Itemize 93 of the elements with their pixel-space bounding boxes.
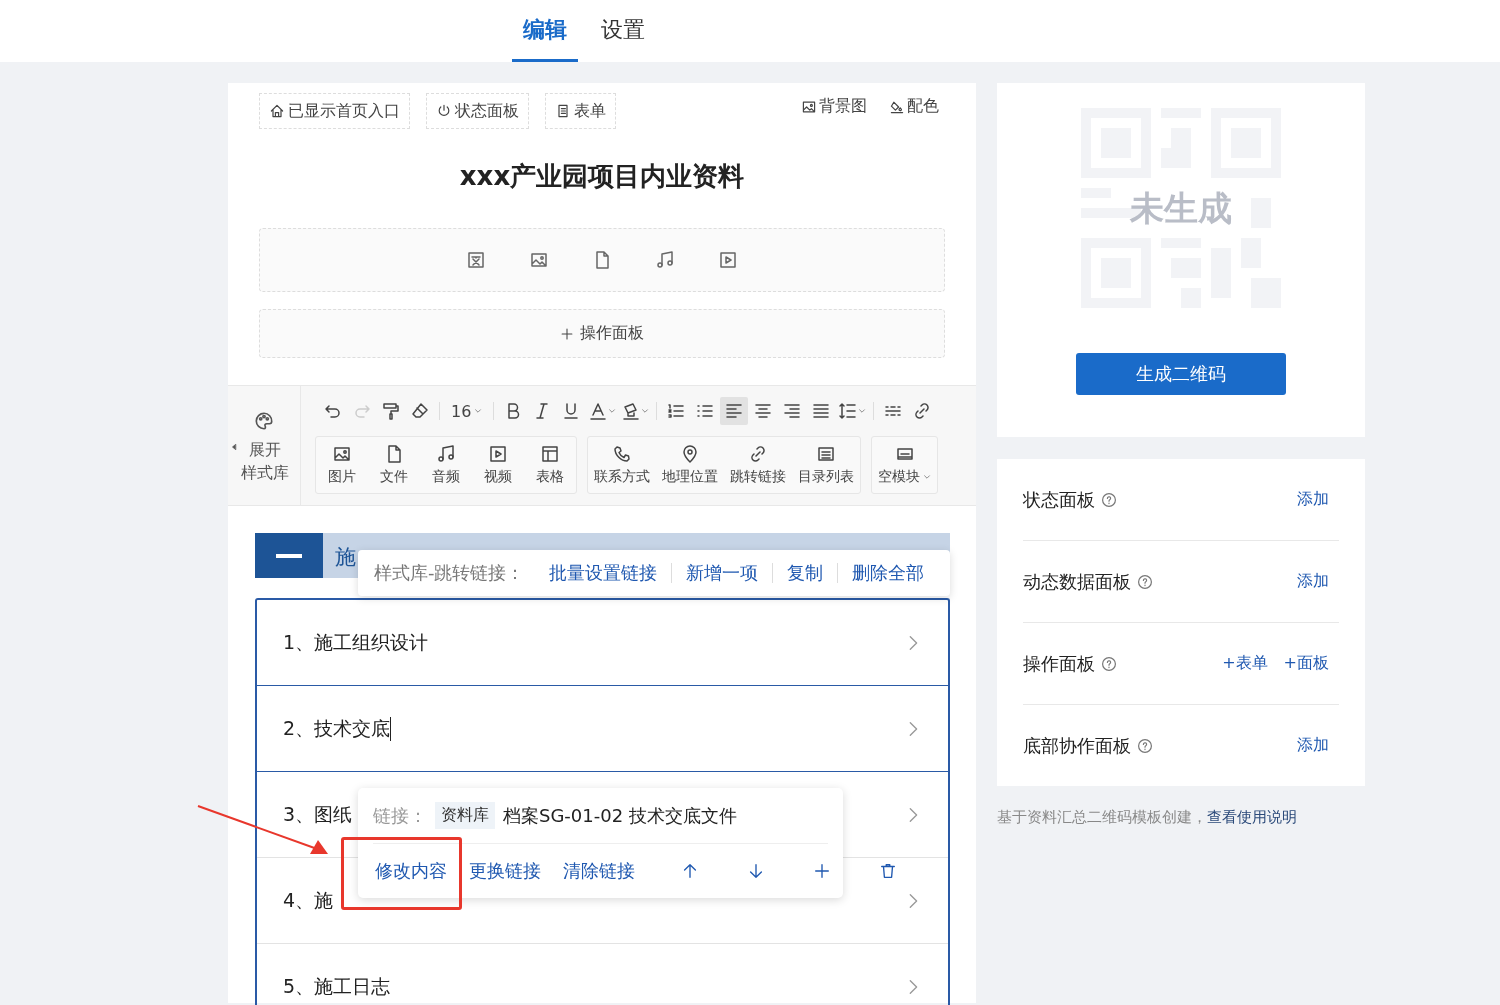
caret-icon	[608, 407, 617, 415]
align-right-icon	[782, 401, 803, 421]
action-link[interactable]: 批量设置链接	[548, 561, 657, 585]
eraser-icon	[410, 401, 430, 421]
home-icon	[269, 103, 285, 119]
action-link[interactable]: 更换链接	[469, 859, 541, 883]
document-icon	[555, 103, 571, 119]
align-center-icon	[753, 401, 774, 421]
add-link[interactable]: +面板	[1283, 653, 1329, 674]
plus-icon	[813, 862, 831, 880]
font-color-icon	[588, 401, 609, 421]
collapse-button[interactable]	[255, 533, 323, 578]
location-pin-icon	[680, 444, 700, 464]
popup-label: 样式库-跳转链接：	[374, 561, 525, 585]
link-icon	[748, 444, 768, 464]
insert-button[interactable]: 文件	[368, 437, 420, 493]
align-left-button[interactable]	[720, 397, 749, 425]
action-link[interactable]: 复制	[786, 561, 823, 585]
add-link[interactable]: 添加	[1297, 489, 1329, 510]
caret-icon	[641, 407, 650, 415]
insert-button[interactable]: 地理位置	[656, 437, 724, 493]
list-item-text[interactable]: 2、技术交底	[283, 715, 391, 742]
list-item-text[interactable]: 3、图纸	[283, 801, 353, 828]
action-link[interactable]: 删除全部	[851, 561, 924, 585]
panel-label: 动态数据面板	[1023, 569, 1131, 594]
video-icon	[488, 444, 508, 464]
phone-icon	[612, 444, 632, 464]
usage-guide-link[interactable]: 查看使用说明	[1207, 808, 1297, 826]
page-title: xxx产业园项目内业资料	[458, 160, 746, 193]
list-icon	[816, 444, 836, 464]
link-label: 链接：	[373, 803, 427, 828]
list-item-text[interactable]: 1、施工组织设计	[283, 629, 429, 656]
insert-button[interactable]: 跳转链接	[724, 437, 792, 493]
section-title: 施	[334, 544, 357, 571]
action-link[interactable]: 清除链接	[563, 859, 635, 883]
list-item-text[interactable]: 5、施工日志	[283, 973, 391, 1000]
image-icon[interactable]	[529, 250, 549, 270]
video-icon[interactable]	[718, 250, 738, 270]
toolbar-button[interactable]: 配色	[889, 96, 939, 117]
footer-text: 基于资料汇总二维码模板创建，	[997, 808, 1207, 826]
add-link[interactable]: 添加	[1297, 735, 1329, 756]
power-icon	[436, 103, 452, 119]
help-icon	[1137, 573, 1153, 590]
table-icon	[540, 444, 560, 464]
music-note-icon[interactable]	[655, 250, 675, 270]
music-note-icon	[436, 444, 456, 464]
text-icon[interactable]	[466, 250, 486, 270]
help-icon	[1137, 737, 1153, 754]
arrow-down-icon	[747, 862, 765, 880]
add-panel-button[interactable]: 操作面板	[259, 309, 945, 358]
toggle-chip[interactable]: 已显示首页入口	[259, 93, 410, 129]
toggle-chip[interactable]: 表单	[545, 93, 616, 129]
insert-button[interactable]: 联系方式	[588, 437, 656, 493]
help-icon	[1101, 655, 1117, 672]
insert-button[interactable]: 音频	[420, 437, 472, 493]
format-brush-icon	[381, 401, 401, 421]
link-target: 档案SG-01-02 技术交底文件	[503, 803, 737, 828]
plus-icon	[560, 326, 574, 341]
insert-button[interactable]: 视频	[472, 437, 524, 493]
caret-icon	[858, 407, 867, 415]
add-link[interactable]: 添加	[1297, 571, 1329, 592]
insert-button[interactable]: 表格	[524, 437, 576, 493]
line-height-icon	[838, 401, 859, 421]
style-library-toggle[interactable]: 展开 样式库	[228, 386, 301, 505]
toolbar-button[interactable]: 背景图	[801, 96, 867, 117]
palette-icon	[253, 410, 275, 432]
delete-icon	[879, 862, 897, 880]
qr-status-text: 未生成	[1129, 187, 1233, 230]
generate-qr-button[interactable]: 生成二维码	[1076, 353, 1286, 395]
action-link[interactable]: 新增一项	[685, 561, 758, 585]
insert-button[interactable]: 目录列表	[792, 437, 860, 493]
panel-label: 状态面板	[1023, 487, 1095, 512]
add-link[interactable]: +表单	[1222, 653, 1268, 674]
arrow-up-icon	[681, 862, 699, 880]
tab[interactable]: 设置	[590, 0, 656, 62]
caret-icon	[474, 407, 483, 415]
source-tag: 资料库	[435, 802, 495, 829]
help-icon	[1101, 491, 1117, 508]
insert-button[interactable]: 图片	[316, 437, 368, 493]
font-size-dropdown[interactable]: 16	[445, 397, 489, 425]
highlighter-icon	[621, 401, 642, 421]
tab[interactable]: 编辑	[512, 0, 578, 62]
image-icon	[332, 444, 352, 464]
justify-icon	[811, 401, 832, 421]
action-link[interactable]: 修改内容	[375, 859, 447, 883]
list-item-text[interactable]: 4、施	[283, 887, 334, 914]
toggle-chip[interactable]: 状态面板	[426, 93, 529, 129]
insert-button[interactable]: 空模块	[872, 437, 937, 493]
panel-label: 操作面板	[1023, 651, 1095, 676]
align-left-icon	[724, 401, 745, 421]
caret-icon	[229, 442, 239, 452]
panel-label: 底部协作面板	[1023, 733, 1131, 758]
numbered-list-icon	[666, 401, 687, 421]
